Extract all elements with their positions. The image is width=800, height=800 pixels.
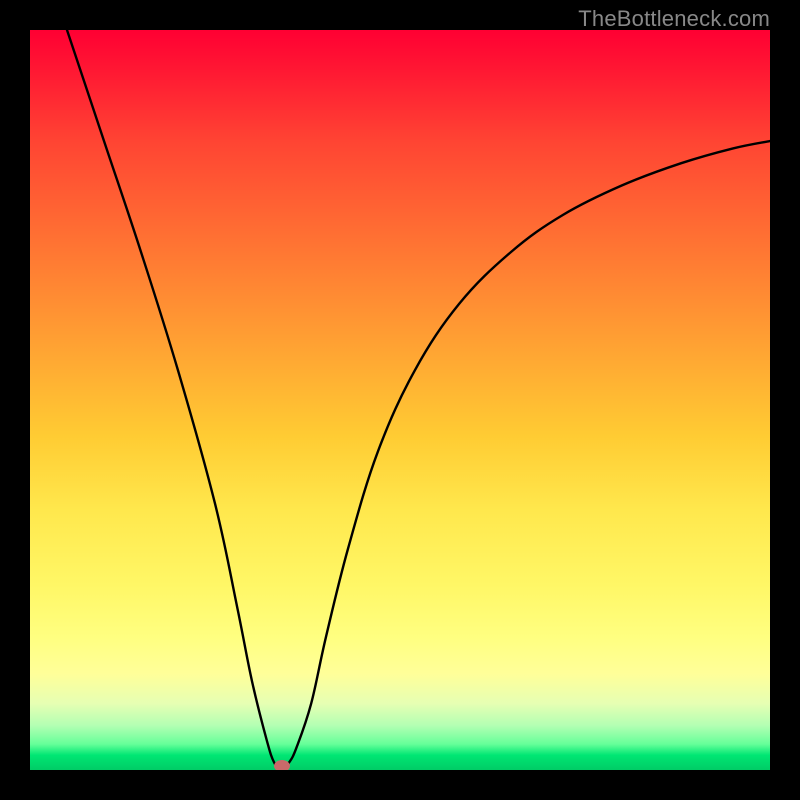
watermark-text: TheBottleneck.com bbox=[578, 6, 770, 32]
curve-layer bbox=[30, 30, 770, 770]
bottleneck-curve bbox=[67, 30, 770, 770]
optimal-marker bbox=[274, 760, 290, 770]
plot-area bbox=[30, 30, 770, 770]
